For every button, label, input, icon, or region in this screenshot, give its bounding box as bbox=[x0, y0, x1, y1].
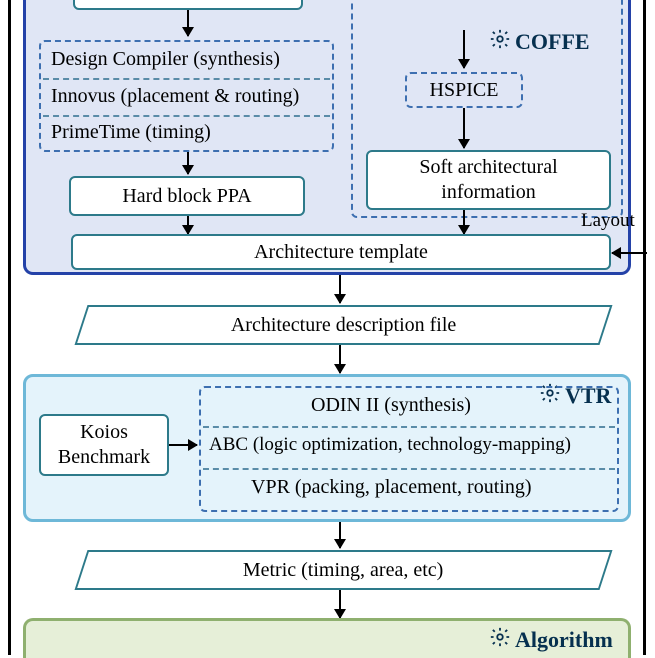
arrow-metric-down bbox=[339, 590, 341, 618]
hspice-label: HSPICE bbox=[430, 79, 499, 102]
hard-block-ppa-box: Hard block PPA bbox=[69, 176, 305, 216]
diagram-root: Hard block HDL Design Compiler (synthesi… bbox=[8, 0, 646, 655]
dash2 bbox=[43, 115, 330, 117]
gear-icon bbox=[489, 28, 511, 56]
hard-block-ppa-label: Hard block PPA bbox=[122, 185, 251, 208]
arch-desc-file-box: Architecture description file bbox=[75, 305, 613, 345]
arrow-hdl-to-syn bbox=[187, 10, 189, 36]
coffe-label-text: COFFE bbox=[515, 29, 590, 55]
coffe-section-label: COFFE bbox=[489, 28, 590, 56]
hspice-box: HSPICE bbox=[405, 72, 523, 108]
gear-icon-algo bbox=[489, 626, 511, 654]
abc-label: ABC (logic optimization, technology-mapp… bbox=[209, 434, 571, 456]
koios-box: Koios Benchmark bbox=[39, 414, 169, 476]
arrow-eda-to-ppa bbox=[187, 152, 189, 174]
odin-label: ODIN II (synthesis) bbox=[311, 394, 471, 417]
soft-arch-lines: Soft architectural information bbox=[419, 155, 557, 205]
arrow-ppa-to-template bbox=[187, 216, 189, 234]
arrow-file-to-vtr bbox=[339, 345, 341, 373]
soft-arch-box: Soft architectural information bbox=[366, 150, 611, 210]
soft-arch-line2: information bbox=[419, 180, 557, 205]
arrow-soft-to-template bbox=[463, 210, 465, 234]
arch-template-box: Architecture template bbox=[71, 234, 611, 270]
design-compiler-label: Design Compiler (synthesis) bbox=[51, 48, 280, 71]
arrow-to-hspice bbox=[463, 30, 465, 68]
soft-arch-line1: Soft architectural bbox=[419, 155, 557, 180]
hard-block-hdl-box: Hard block HDL bbox=[73, 0, 303, 10]
arrow-hspice-to-soft bbox=[463, 108, 465, 148]
algorithm-section-label: Algorithm bbox=[489, 626, 613, 654]
arch-desc-file-label: Architecture description file bbox=[231, 314, 456, 337]
metric-label: Metric (timing, area, etc) bbox=[243, 559, 443, 582]
innovus-label: Innovus (placement & routing) bbox=[51, 85, 299, 108]
koios-line1: Koios bbox=[58, 420, 150, 445]
koios-lines: Koios Benchmark bbox=[58, 420, 150, 470]
dash-vtr1 bbox=[203, 426, 615, 428]
dash-vtr2 bbox=[203, 468, 615, 470]
arch-template-label: Architecture template bbox=[254, 241, 428, 264]
hard-block-hdl-label: Hard block HDL bbox=[120, 0, 256, 2]
arrow-koios bbox=[169, 444, 197, 446]
vpr-label: VPR (packing, placement, routing) bbox=[251, 476, 532, 499]
koios-line2: Benchmark bbox=[58, 445, 150, 470]
arrow-layout bbox=[612, 252, 647, 254]
arrow-template-to-file bbox=[339, 275, 341, 303]
dash1 bbox=[43, 78, 330, 80]
algorithm-label-text: Algorithm bbox=[515, 627, 613, 653]
primetime-label: PrimeTime (timing) bbox=[51, 121, 211, 144]
arrow-vtr-to-metric bbox=[339, 522, 341, 548]
metric-box: Metric (timing, area, etc) bbox=[75, 550, 613, 590]
layout-label: Layout bbox=[581, 210, 635, 232]
